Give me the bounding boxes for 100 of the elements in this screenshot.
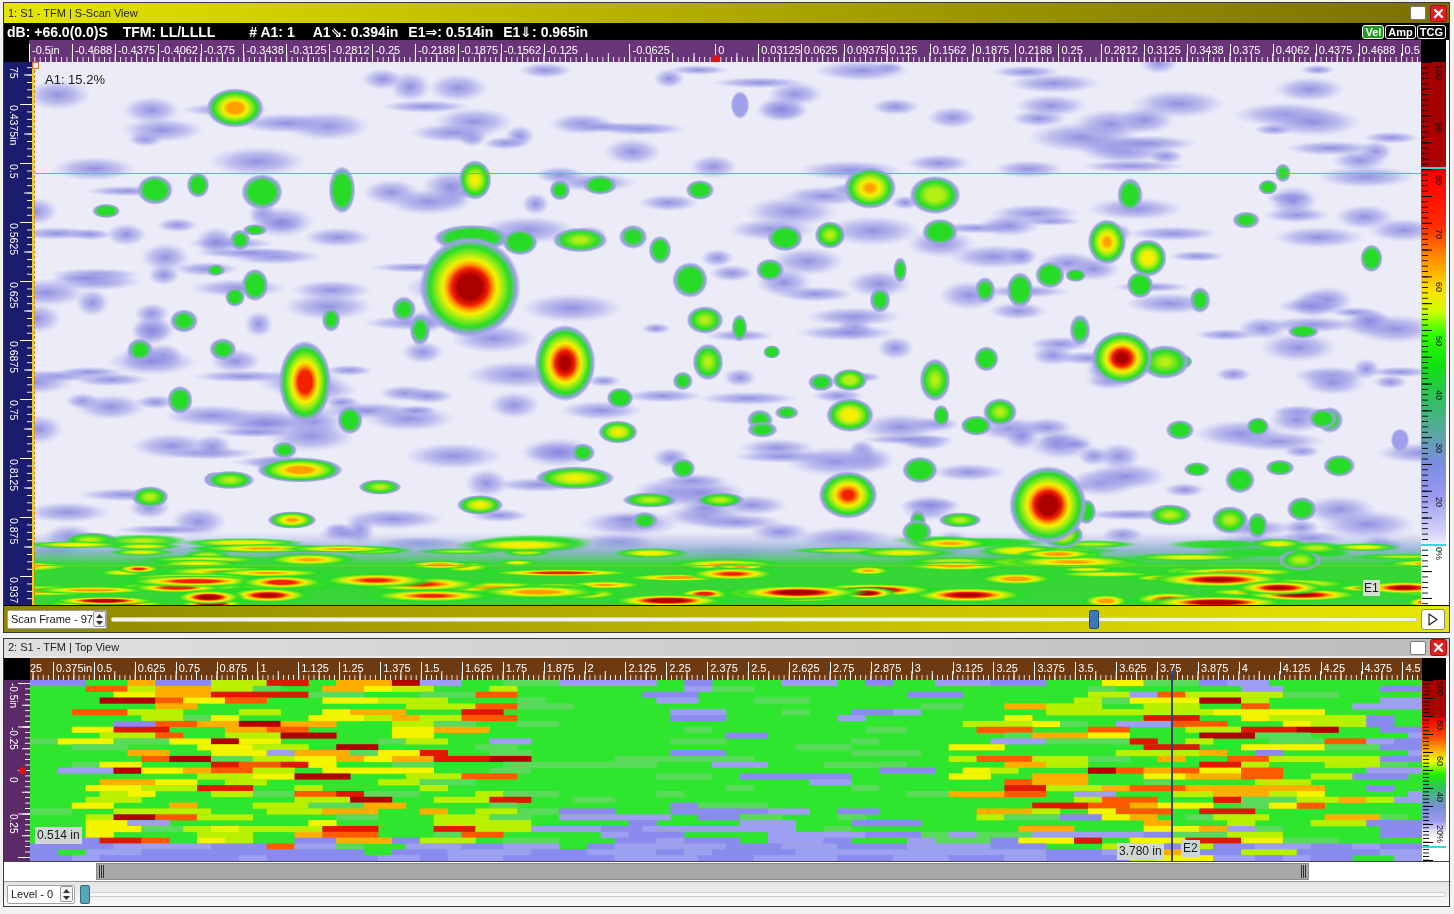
ruler-label: 3.375	[1034, 662, 1065, 674]
ruler-label: -0.25	[7, 726, 19, 750]
horizontal-scrollbar[interactable]	[4, 861, 1449, 881]
close-button[interactable]	[1430, 4, 1447, 22]
ruler-label: 3.5	[1075, 662, 1094, 674]
ruler-label: 0.25	[1058, 44, 1083, 56]
window-title: 1: S1 - TFM | S-Scan View	[7, 6, 138, 20]
ruler-label: 3.125	[952, 662, 984, 674]
ruler-label: 0.5	[93, 662, 113, 674]
maximize-icon	[1410, 6, 1426, 20]
ruler-label: 2.5	[748, 662, 767, 674]
ruler-label: 0.8125	[7, 459, 20, 492]
ruler-label: -0.5in	[29, 44, 60, 56]
ruler-label: 1.875	[543, 662, 575, 674]
ruler-label: 3.625	[1116, 662, 1147, 674]
close-button[interactable]	[1430, 639, 1447, 656]
ruler-label: 0.5	[7, 164, 20, 179]
level-slider[interactable]	[80, 884, 1446, 904]
scrollbar-thumb[interactable]	[96, 863, 1309, 880]
play-icon	[1428, 612, 1438, 626]
ruler-label: 0.75	[175, 662, 201, 674]
cursor-marker-icon[interactable]	[19, 767, 26, 774]
ruler-label: 3.25	[993, 662, 1018, 674]
ruler-label: -0.4375	[114, 44, 156, 56]
ruler-label: 0.4375in	[7, 105, 20, 146]
ruler-label: 0.875	[216, 662, 248, 674]
ruler-label: 2.25	[666, 662, 691, 674]
mode-button[interactable]: Vel	[1362, 24, 1385, 39]
slider-thumb[interactable]	[1089, 609, 1100, 629]
threshold-marker-icon[interactable]	[1421, 167, 1446, 169]
ruler-label: 4	[1238, 662, 1248, 674]
cursor-marker-icon[interactable]	[712, 55, 720, 62]
readout-text: TFM: LL/LLLL	[122, 23, 216, 40]
ruler-label: 0.5	[1401, 44, 1420, 56]
scale-label: 60	[1433, 282, 1444, 293]
caret-down-icon	[95, 620, 103, 625]
ruler-label: -0.25	[372, 44, 401, 56]
play-button[interactable]	[1421, 608, 1445, 630]
scale-label: 20%	[1434, 825, 1445, 843]
cursor-handle-icon[interactable]	[32, 62, 39, 69]
ruler-label: 0.25	[7, 813, 19, 833]
scale-label: 100	[1433, 65, 1444, 81]
ruler-label: 2.875	[870, 662, 902, 674]
ruler-label: 0.875	[7, 518, 20, 545]
readout-text: E1⇓: 0.965in	[503, 23, 589, 40]
ruler-label: 2.375	[707, 662, 738, 674]
ruler-label: -0.1875	[457, 44, 499, 56]
scale-label: 30	[1433, 443, 1444, 454]
scale-label: 60	[1434, 756, 1445, 766]
grip-icon	[99, 865, 104, 878]
ruler-label: 0.375	[1229, 44, 1261, 56]
maximize-button[interactable]	[1410, 5, 1426, 21]
scale-label: 20	[1433, 496, 1444, 507]
readout-text: A1⇘: 0.394in	[312, 23, 399, 40]
level-spinbox[interactable]: Level - 0	[7, 884, 75, 904]
ruler-label: 0.75	[7, 400, 20, 421]
ruler-label: 1.125	[298, 662, 329, 674]
caret-up-icon	[63, 888, 70, 893]
ruler-label: 0.3438	[1187, 44, 1224, 56]
scale-label: 70	[1433, 228, 1444, 239]
scan-frame-slider[interactable]	[111, 609, 1417, 629]
ruler-label: 1	[257, 662, 267, 674]
ruler-label: 1.625	[461, 662, 493, 674]
scale-label: 80	[1433, 175, 1444, 186]
ruler-label: 0.625	[134, 662, 166, 674]
amplitude-readout: A1: 15.2%	[45, 72, 105, 87]
ruler-label: 0.6875	[7, 341, 20, 374]
ruler-label: 4.375	[1361, 662, 1393, 674]
ruler-label: 0.1562	[929, 44, 967, 56]
cursor-label: E2	[1181, 840, 1200, 857]
ruler-label: 0.625	[7, 282, 20, 309]
maximize-button[interactable]	[1410, 640, 1426, 655]
ruler-label: 4.25	[1320, 662, 1346, 674]
ruler-label: 4.5	[1402, 662, 1421, 674]
ruler-label: 1.375	[380, 662, 411, 674]
cursor-label: E1	[1363, 580, 1380, 596]
mode-button[interactable]: TCG	[1416, 24, 1446, 39]
ruler-label: -0.2812	[329, 44, 370, 56]
ruler-label: 3	[911, 662, 921, 674]
ruler-label: 2.125	[625, 662, 656, 674]
ruler-label: 0.03125	[758, 44, 801, 56]
ruler-label: 0.4062	[1272, 44, 1310, 56]
ruler-label: 2.75	[829, 662, 855, 674]
window-title: 2: S1 - TFM | Top View	[7, 641, 120, 654]
cursor-line[interactable]	[34, 70, 35, 605]
threshold-marker-icon[interactable]	[1421, 544, 1446, 546]
scale-label: 90	[1433, 121, 1444, 132]
ruler-label: -0.375	[200, 44, 235, 56]
slider-thumb[interactable]	[80, 884, 90, 904]
scale-label: 40	[1433, 389, 1444, 400]
scan-frame-spinbox[interactable]: Scan Frame - 97	[7, 609, 107, 629]
readout-text: dB: +66.0(0.0)S	[7, 23, 108, 40]
ruler-label: 1.25	[339, 662, 364, 674]
ruler-label: -0.1562	[500, 44, 542, 56]
threshold-marker-icon[interactable]	[1422, 846, 1446, 848]
ruler-label: 0.4688	[1358, 44, 1396, 56]
mode-button[interactable]: Amp	[1385, 24, 1416, 39]
ruler-label: -0.4062	[157, 44, 198, 56]
ruler-label: 3.875	[1197, 662, 1229, 674]
ruler-label: 0.375in	[53, 662, 93, 674]
